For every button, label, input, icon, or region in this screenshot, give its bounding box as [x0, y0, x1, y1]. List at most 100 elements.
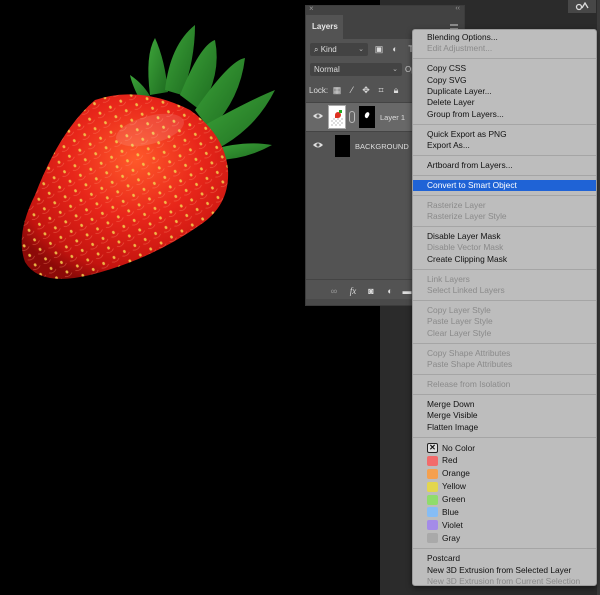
menu-item-color-red[interactable]: Red — [413, 454, 596, 467]
menu-separator — [413, 268, 596, 270]
menu-item-blending-options[interactable]: Blending Options... — [413, 32, 596, 43]
menu-separator — [413, 226, 596, 228]
menu-item-release-from-isolation: Release from Isolation — [427, 378, 511, 389]
menu-separator — [413, 436, 596, 438]
mask-link-icon[interactable] — [349, 111, 355, 123]
gray-swatch-icon — [427, 533, 438, 544]
blend-mode-select[interactable]: Normal ⌄ — [310, 63, 402, 76]
link-icon[interactable]: ∞ — [328, 285, 340, 297]
menu-item-artboard-from-layers[interactable]: Artboard from Layers... — [413, 160, 596, 171]
menu-item-quick-export-as-png[interactable]: Quick Export as PNG — [413, 129, 596, 140]
add-mask-icon[interactable]: ◙ — [365, 285, 377, 297]
orange-swatch-icon — [427, 468, 438, 479]
layer-thumbnail[interactable] — [328, 105, 346, 129]
menu-item-copy-svg[interactable]: Copy SVG — [413, 75, 596, 86]
menu-separator — [413, 393, 596, 395]
close-icon[interactable]: × — [309, 4, 314, 14]
color-label: Gray — [442, 532, 461, 543]
lock-artboard-icon[interactable]: ⌗ — [376, 84, 386, 97]
menu-separator — [413, 342, 596, 344]
menu-item-group-from-layers[interactable]: Group from Layers... — [413, 109, 596, 120]
menu-item-clear-layer-style: Clear Layer Style — [427, 327, 492, 338]
menu-item-delete-layer[interactable]: Delete Layer — [413, 97, 596, 108]
menu-item-color-orange[interactable]: Orange — [413, 467, 596, 480]
menu-item-color-blue[interactable]: Blue — [413, 506, 596, 519]
share-button[interactable] — [568, 0, 596, 13]
menu-item-new-3d-extrusion-from-current-selection: New 3D Extrusion from Current Selection — [427, 575, 581, 586]
image-filter-icon[interactable]: ▣ — [374, 44, 384, 54]
color-label: Blue — [442, 507, 459, 517]
search-icon: ⌕ — [314, 45, 319, 54]
share-icon — [575, 2, 589, 11]
menu-item-rasterize-layer: Rasterize Layer — [427, 199, 486, 210]
fx-icon[interactable]: fx — [347, 285, 359, 297]
menu-separator — [413, 548, 596, 550]
layer-mask-thumbnail[interactable] — [359, 106, 375, 128]
menu-item-color-gray[interactable]: Gray — [413, 532, 596, 545]
menu-separator — [413, 373, 596, 375]
strawberry-image — [21, 25, 275, 279]
layer-name[interactable]: Layer 1 — [380, 103, 405, 132]
kind-label: Kind — [320, 45, 337, 54]
lock-image-pixels-icon[interactable]: ⁄ — [347, 84, 357, 97]
menu-item-disable-vector-mask: Disable Vector Mask — [427, 242, 504, 253]
color-label: No Color — [442, 442, 476, 453]
lock-all-icon[interactable]: 🔒︎ — [391, 84, 401, 97]
menu-item-merge-visible[interactable]: Merge Visible — [413, 410, 596, 421]
red-swatch-icon — [427, 455, 438, 466]
menu-item-paste-layer-style: Paste Layer Style — [427, 316, 493, 327]
green-swatch-icon — [427, 494, 438, 505]
lock-label: Lock: — [309, 86, 329, 95]
panel-titlebar[interactable]: × ‹‹ — [306, 4, 464, 15]
menu-item-copy-layer-style: Copy Layer Style — [427, 305, 491, 316]
menu-separator — [413, 194, 596, 196]
color-label: Yellow — [442, 481, 466, 492]
blue-swatch-icon — [427, 507, 438, 518]
yellow-swatch-icon — [427, 481, 438, 492]
layer-thumbnail[interactable] — [335, 135, 350, 157]
layer-name[interactable]: BACKGROUND — [355, 132, 409, 161]
menu-item-create-clipping-mask[interactable]: Create Clipping Mask — [413, 254, 596, 265]
menu-item-convert-to-smart-object[interactable]: Convert to Smart Object — [413, 179, 596, 192]
menu-item-color-green[interactable]: Green — [413, 493, 596, 506]
eye-icon[interactable] — [313, 112, 323, 120]
menu-item-copy-css[interactable]: Copy CSS — [413, 63, 596, 74]
color-label: Orange — [442, 468, 470, 479]
adjustment-layer-icon[interactable]: ◐ — [384, 285, 396, 297]
color-label: Red — [442, 455, 458, 466]
menu-item-flatten-image[interactable]: Flatten Image — [413, 422, 596, 433]
menu-separator — [413, 174, 596, 176]
menu-item-new-3d-extrusion-from-selected-layer[interactable]: New 3D Extrusion from Selected Layer — [413, 565, 596, 576]
menu-separator — [413, 58, 596, 60]
menu-item-export-as[interactable]: Export As... — [413, 140, 596, 151]
menu-item-disable-layer-mask[interactable]: Disable Layer Mask — [413, 231, 596, 242]
menu-item-postcard[interactable]: Postcard — [413, 553, 596, 564]
menu-item-paste-shape-attributes: Paste Shape Attributes — [427, 359, 513, 370]
layer-context-menu: Blending Options... Edit Adjustment... Cop… — [412, 29, 597, 586]
chevron-down-icon: ⌄ — [358, 46, 364, 53]
filter-kind-select[interactable]: ⌕ Kind ⌄ — [310, 43, 368, 56]
lock-transparent-pixels-icon[interactable]: ▦ — [332, 84, 342, 97]
tab-layers[interactable]: Layers — [306, 15, 343, 39]
menu-item-copy-shape-attributes: Copy Shape Attributes — [427, 347, 511, 358]
menu-separator — [413, 155, 596, 157]
menu-item-duplicate-layer[interactable]: Duplicate Layer... — [413, 86, 596, 97]
color-label: Green — [442, 494, 466, 505]
blend-mode-value: Normal — [314, 65, 340, 74]
eye-icon[interactable] — [313, 141, 323, 149]
violet-swatch-icon — [427, 520, 438, 531]
menu-item-color-violet[interactable]: Violet — [413, 519, 596, 532]
menu-item-link-layers: Link Layers — [427, 273, 470, 284]
chevron-down-icon: ⌄ — [392, 66, 398, 73]
menu-separator — [413, 300, 596, 302]
menu-item-merge-down[interactable]: Merge Down — [413, 399, 596, 410]
collapse-icon[interactable]: ‹‹ — [455, 4, 460, 14]
menu-item-rasterize-layer-style: Rasterize Layer Style — [427, 211, 507, 222]
menu-item-edit-adjustment: Edit Adjustment... — [427, 43, 493, 54]
adjustment-filter-icon[interactable]: ◐ — [390, 44, 400, 54]
no-color-swatch-icon: ✕ — [427, 442, 438, 453]
menu-separator — [413, 123, 596, 125]
menu-item-color-no-color[interactable]: ✕ No Color — [413, 442, 596, 455]
lock-position-icon[interactable]: ✥ — [361, 84, 371, 97]
menu-item-color-yellow[interactable]: Yellow — [413, 480, 596, 493]
